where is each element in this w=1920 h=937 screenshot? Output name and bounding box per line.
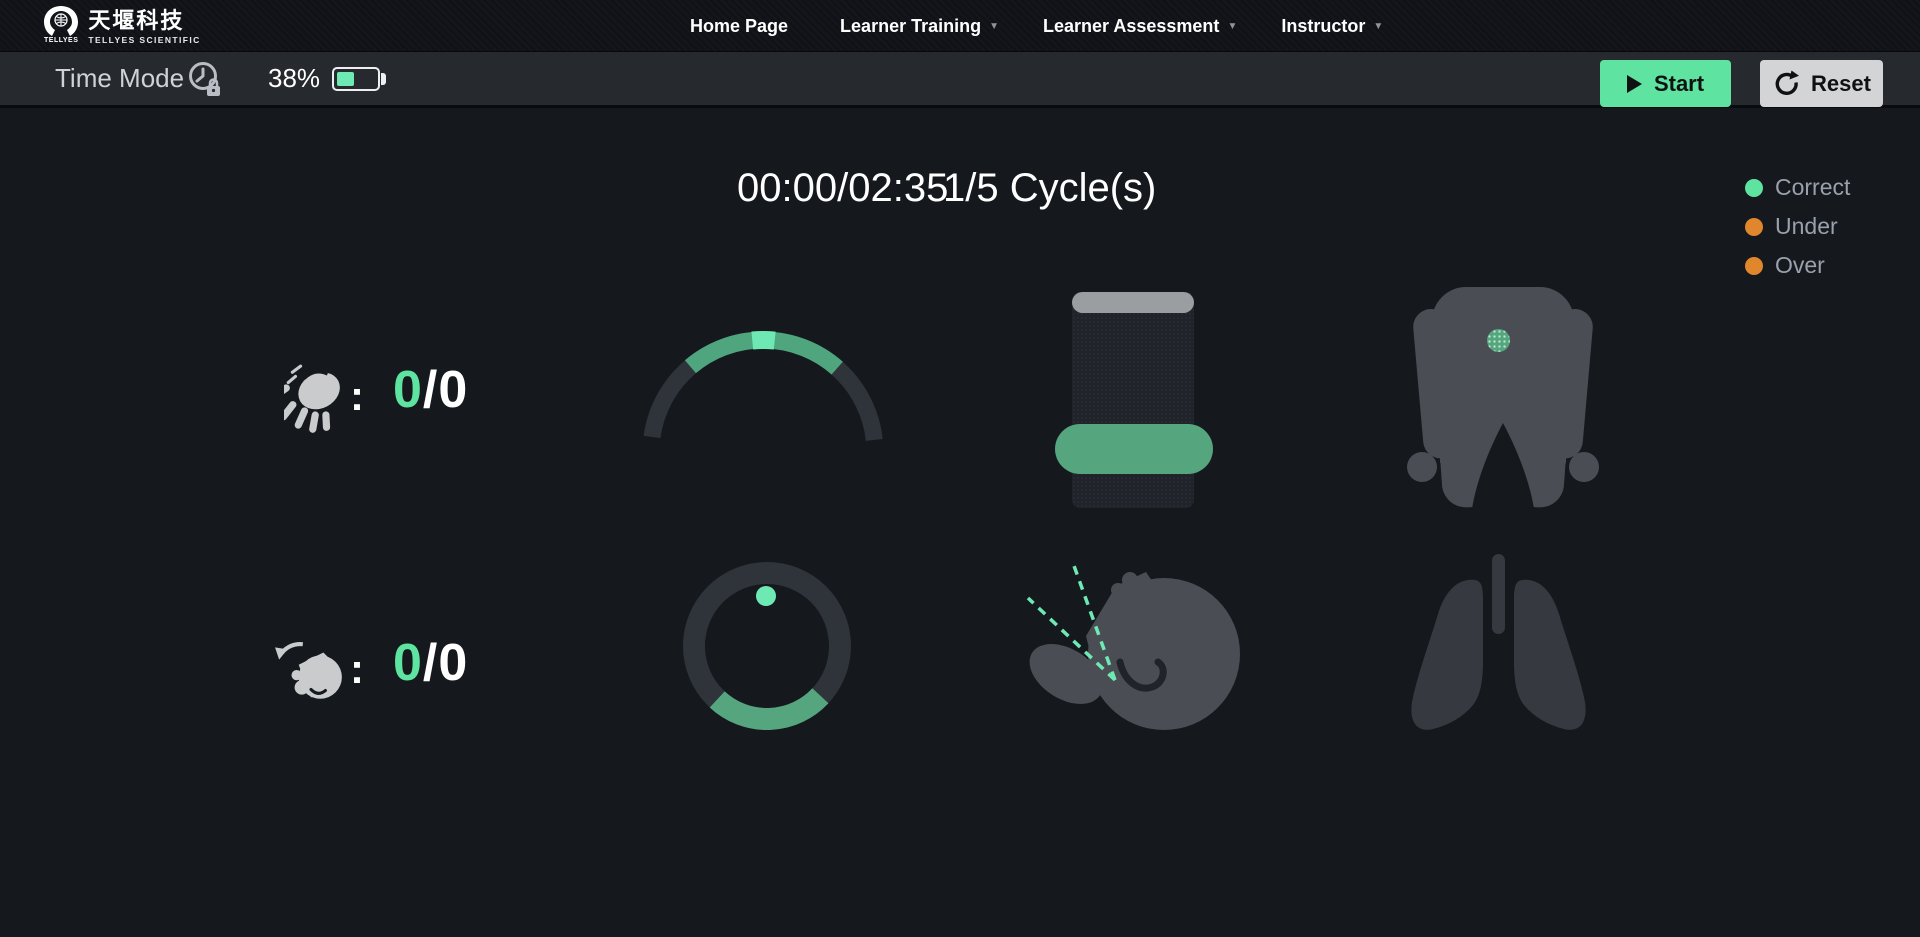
- compression-total-count: 0: [438, 361, 468, 419]
- caret-down-icon: ▼: [1227, 21, 1237, 32]
- compression-correct-count: 0: [393, 361, 423, 419]
- nav-instructor[interactable]: Instructor ▼: [1281, 16, 1383, 37]
- volume-marker: [756, 586, 776, 606]
- nav-learner-assessment[interactable]: Learner Assessment ▼: [1043, 16, 1237, 37]
- nav-learner-training[interactable]: Learner Training ▼: [840, 16, 999, 37]
- session-timer: 00:00/02:35: [737, 166, 948, 211]
- ventilation-correct-count: 0: [393, 634, 423, 692]
- compression-score: 0/0: [393, 360, 468, 420]
- main-nav: Home Page Learner Training ▼ Learner Ass…: [690, 0, 1383, 52]
- session-toolbar: Time Mode 38% Start Reset: [0, 52, 1920, 108]
- lungs-figure: [1405, 552, 1595, 742]
- tellyes-logo-icon: [44, 6, 78, 36]
- result-legend: Correct Under Over: [1745, 168, 1850, 285]
- depth-top-cap: [1072, 292, 1194, 313]
- battery-fill: [337, 72, 354, 86]
- brand-logo: TELLYES 天堰科技 TELLYES SCIENTIFIC: [44, 6, 201, 45]
- legend-item-over: Over: [1745, 246, 1850, 285]
- time-mode-selector[interactable]: Time Mode: [55, 52, 223, 105]
- rate-marker: [752, 340, 774, 341]
- cycle-counter: 1/5 Cycle(s): [943, 166, 1156, 211]
- caret-down-icon: ▼: [989, 21, 999, 32]
- start-button[interactable]: Start: [1600, 60, 1731, 107]
- compression-depth-gauge: [1072, 292, 1194, 508]
- battery-status: 38%: [268, 52, 380, 105]
- brand-name-cn: 天堰科技: [88, 9, 200, 33]
- airway-head-figure: [1026, 556, 1240, 738]
- compression-colon: :: [350, 372, 364, 420]
- play-icon: [1627, 75, 1642, 93]
- reset-button[interactable]: Reset: [1760, 60, 1883, 107]
- logo-wordmark: TELLYES: [44, 37, 78, 44]
- battery-icon: [332, 67, 380, 91]
- compression-rate-gauge: [638, 328, 888, 460]
- ventilation-colon: :: [350, 645, 364, 693]
- brand-name-en: TELLYES SCIENTIFIC: [88, 35, 200, 45]
- caret-down-icon: ▼: [1373, 21, 1383, 32]
- legend-item-correct: Correct: [1745, 168, 1850, 207]
- compression-hand-icon: [284, 362, 346, 434]
- nav-home-page[interactable]: Home Page: [690, 16, 796, 37]
- over-dot-icon: [1745, 257, 1763, 275]
- compression-point-indicator: [1487, 329, 1510, 352]
- ventilation-head-icon: [274, 638, 346, 706]
- correct-dot-icon: [1745, 179, 1763, 197]
- ventilation-score: 0/0: [393, 633, 468, 693]
- cpr-training-screen: TELLYES 天堰科技 TELLYES SCIENTIFIC Home Pag…: [0, 0, 1920, 937]
- reset-icon: [1772, 70, 1799, 97]
- ventilation-volume-gauge: [683, 562, 851, 730]
- top-nav-bar: TELLYES 天堰科技 TELLYES SCIENTIFIC Home Pag…: [0, 0, 1920, 52]
- ventilation-total-count: 0: [438, 634, 468, 692]
- under-dot-icon: [1745, 218, 1763, 236]
- battery-percent: 38%: [268, 63, 320, 94]
- clock-lock-icon: [187, 59, 223, 99]
- volume-target-zone: [717, 696, 820, 719]
- torso-figure: [1396, 283, 1610, 509]
- depth-target-zone: [1055, 424, 1213, 474]
- time-mode-label: Time Mode: [55, 63, 184, 94]
- legend-item-under: Under: [1745, 207, 1850, 246]
